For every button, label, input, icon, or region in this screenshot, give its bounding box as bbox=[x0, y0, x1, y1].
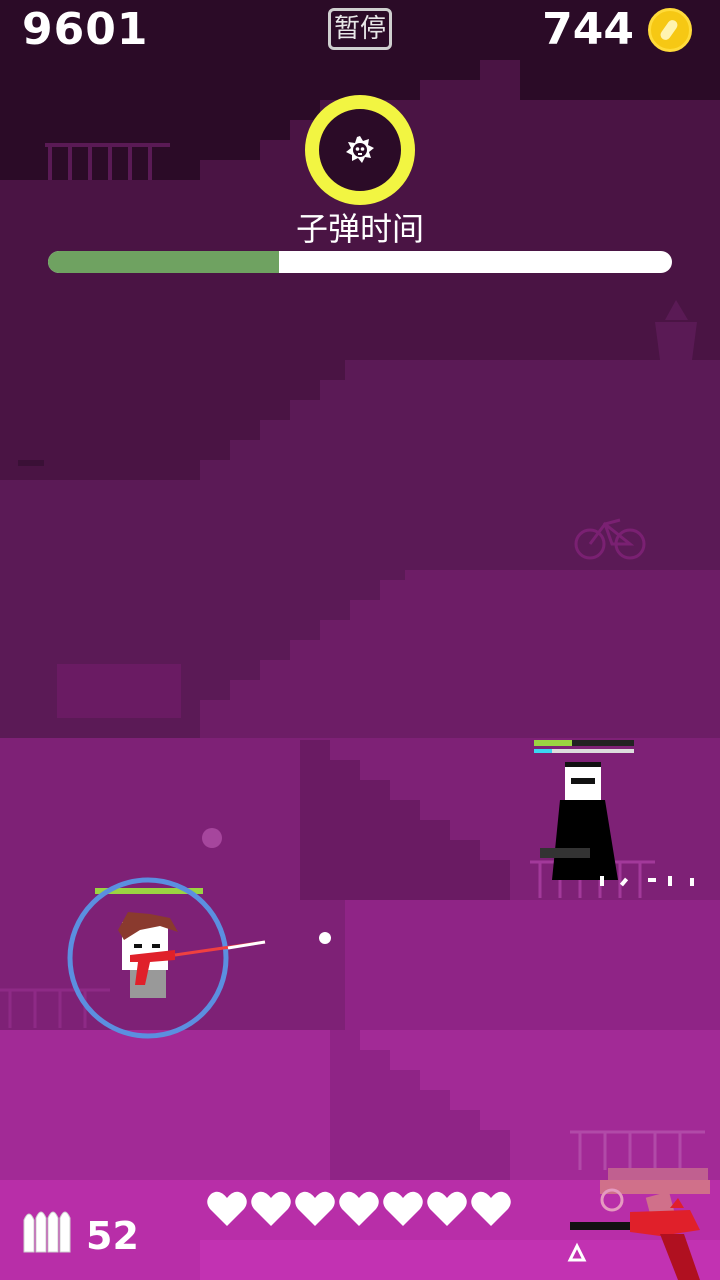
enemy-bullet bbox=[319, 932, 331, 944]
bullet-time-progress-fill bbox=[48, 251, 279, 273]
weapon-swap-button[interactable] bbox=[560, 1150, 720, 1280]
heart-icon bbox=[295, 1191, 335, 1226]
health-hearts bbox=[206, 1190, 512, 1230]
bullet-time-progress-bar bbox=[48, 251, 672, 273]
heart-icon bbox=[427, 1191, 467, 1226]
coin-icon bbox=[648, 8, 692, 52]
bush bbox=[57, 664, 181, 718]
score-counter: 9601 bbox=[22, 4, 149, 55]
ammo-counter: 52 bbox=[86, 1214, 139, 1258]
heart-icon bbox=[251, 1191, 291, 1226]
bullet-time-label: 子弹时间 bbox=[295, 210, 424, 248]
triangle-icon bbox=[567, 1242, 587, 1262]
stool bbox=[18, 460, 44, 466]
coin-counter: 744 bbox=[542, 4, 634, 55]
primary-weapon-icon bbox=[570, 1198, 700, 1280]
skull-star-icon bbox=[346, 136, 374, 163]
heart-icon bbox=[471, 1191, 511, 1226]
heart-icon bbox=[339, 1191, 379, 1226]
bullets-icon bbox=[23, 1211, 71, 1253]
pause-button[interactable]: 暂停 bbox=[328, 8, 392, 50]
heart-icon bbox=[383, 1191, 423, 1226]
heart-icon bbox=[207, 1191, 247, 1226]
bullet-time-button[interactable] bbox=[305, 95, 415, 205]
